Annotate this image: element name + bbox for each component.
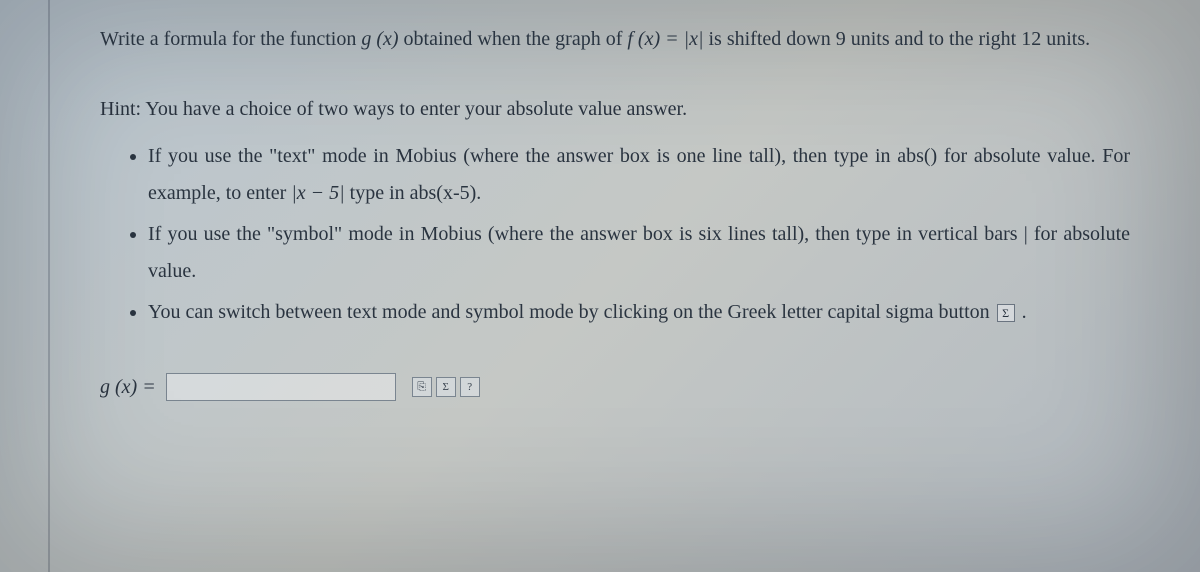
question-text: Write a formula for the function g (x) o… xyxy=(100,20,1130,58)
question-down-units: 9 xyxy=(836,28,846,50)
question-f-expr: f (x) = |x| xyxy=(627,28,703,50)
hint-item-2: If you use the "symbol" mode in Mobius (… xyxy=(148,216,1130,290)
problem-page: Write a formula for the function g (x) o… xyxy=(40,0,1180,572)
answer-input[interactable] xyxy=(166,373,396,401)
preview-icon[interactable]: ⎘ xyxy=(412,377,432,397)
hint-item-3: You can switch between text mode and sym… xyxy=(148,294,1130,331)
answer-toolbar: ⎘ Σ ? xyxy=(412,377,480,397)
question-mid4: units. xyxy=(1046,28,1090,50)
hint-item-1: If you use the "text" mode in Mobius (wh… xyxy=(148,138,1130,212)
hint3-b: . xyxy=(1022,301,1027,323)
hint-lead: Hint: You have a choice of two ways to e… xyxy=(100,90,1130,128)
question-g-of-x: g (x) xyxy=(361,28,398,50)
question-mid3: units and to the right xyxy=(851,28,1022,50)
hint-list: If you use the "text" mode in Mobius (wh… xyxy=(100,138,1130,331)
sigma-mode-icon: Σ xyxy=(997,304,1015,322)
help-icon[interactable]: ? xyxy=(460,377,480,397)
question-pre: Write a formula for the function xyxy=(100,28,361,50)
answer-row: g (x) = ⎘ Σ ? xyxy=(100,373,1130,401)
hint3-a: You can switch between text mode and sym… xyxy=(148,301,995,323)
question-mid1: obtained when the graph of xyxy=(404,28,628,50)
hint1-b: type in abs(x-5). xyxy=(350,182,482,204)
sigma-icon[interactable]: Σ xyxy=(436,377,456,397)
question-mid2: is shifted down xyxy=(708,28,835,50)
answer-label: g (x) = xyxy=(100,376,156,399)
hint1-math: |x − 5| xyxy=(291,182,344,204)
question-right-units: 12 xyxy=(1021,28,1041,50)
